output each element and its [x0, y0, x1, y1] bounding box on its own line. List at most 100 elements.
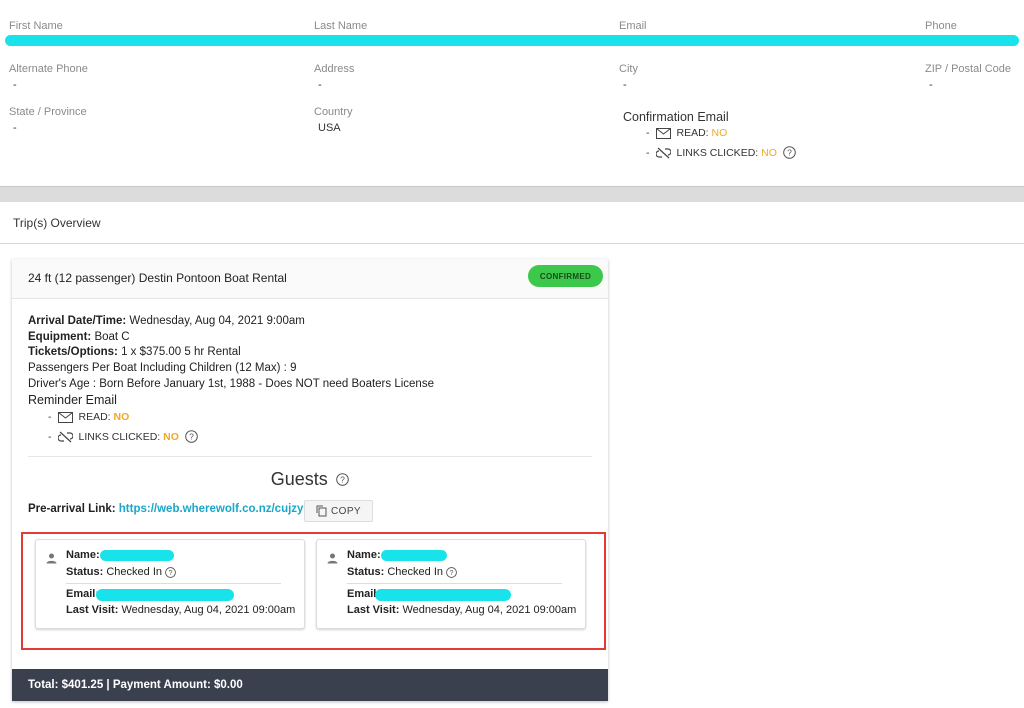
address-value: - — [318, 79, 322, 91]
guest-email-label: Email: — [66, 588, 100, 600]
svg-text:?: ? — [340, 474, 345, 484]
reminder-read-row: - READ: NO — [48, 411, 129, 423]
guest-name-label: Name: — [66, 549, 100, 561]
svg-text:?: ? — [189, 432, 194, 442]
guest-last-visit-value: Wednesday, Aug 04, 2021 09:00am — [402, 604, 577, 616]
trip-card: 24 ft (12 passenger) Destin Pontoon Boat… — [12, 259, 608, 701]
arrival-line: Arrival Date/Time: Wednesday, Aug 04, 20… — [28, 315, 305, 327]
arrival-label: Arrival Date/Time: — [28, 315, 127, 327]
help-circle-icon[interactable]: ? — [185, 430, 198, 443]
trips-overview-divider — [0, 243, 1024, 244]
trip-divider — [28, 456, 592, 457]
guest-last-visit-label: Last Visit: — [347, 604, 400, 616]
copy-label: COPY — [331, 505, 361, 517]
guest-status-line: Status: Checked In ? — [347, 566, 457, 578]
guest-name-line: Name: — [66, 549, 100, 561]
dash: - — [48, 411, 52, 423]
help-circle-icon[interactable]: ? — [783, 146, 796, 159]
guest-card-divider — [347, 583, 562, 584]
guest-email-line: Email: — [66, 588, 99, 600]
trip-card-header: 24 ft (12 passenger) Destin Pontoon Boat… — [12, 259, 608, 299]
arrival-value: Wednesday, Aug 04, 2021 9:00am — [129, 315, 305, 327]
confirmation-read-row: - READ: NO — [646, 127, 727, 139]
guest-card[interactable]: Name: Status: Checked In ? Email: Last V… — [35, 539, 305, 629]
redacted-guest-email — [375, 589, 511, 601]
confirmation-links-row: - LINKS CLICKED: NO ? — [646, 146, 796, 159]
redacted-guest-email — [96, 589, 234, 601]
person-icon — [46, 551, 57, 569]
zip-value: - — [929, 79, 933, 91]
country-value: USA — [318, 122, 341, 134]
guest-last-visit-value: Wednesday, Aug 04, 2021 09:00am — [121, 604, 296, 616]
link-off-icon — [655, 146, 671, 159]
person-icon — [327, 551, 338, 569]
tickets-value: 1 x $375.00 5 hr Rental — [121, 346, 241, 358]
link-off-icon — [57, 430, 73, 443]
read-value: NO — [113, 411, 130, 423]
guest-last-visit-label: Last Visit: — [66, 604, 119, 616]
guest-status-value: Checked In — [387, 566, 443, 578]
city-label: City — [619, 63, 638, 75]
zip-label: ZIP / Postal Code — [925, 63, 1012, 75]
guest-last-visit-line: Last Visit: Wednesday, Aug 04, 2021 09:0… — [66, 604, 295, 616]
redacted-contact-values — [5, 35, 1019, 46]
state-label: State / Province — [9, 106, 87, 118]
guest-status-value: Checked In — [106, 566, 162, 578]
copy-button[interactable]: COPY — [304, 500, 373, 522]
read-value: NO — [711, 127, 728, 139]
envelope-icon — [655, 127, 671, 139]
status-badge: CONFIRMED — [528, 265, 603, 287]
country-label: Country — [314, 106, 353, 118]
alternate-phone-label: Alternate Phone — [9, 63, 88, 75]
help-circle-icon[interactable]: ? — [165, 566, 176, 578]
guest-name-line: Name: — [347, 549, 381, 561]
alternate-phone-value: - — [13, 79, 17, 91]
address-label: Address — [314, 63, 355, 75]
redacted-guest-name — [381, 550, 447, 561]
confirmation-email-title: Confirmation Email — [623, 110, 729, 124]
guest-status-label: Status: — [66, 566, 104, 578]
links-clicked-label: LINKS CLICKED: — [78, 430, 161, 443]
svg-text:?: ? — [787, 148, 792, 158]
links-clicked-value: NO — [761, 146, 777, 159]
section-divider-band — [0, 187, 1024, 202]
guest-status-label: Status: — [347, 566, 385, 578]
drivers-age-line: Driver's Age : Born Before January 1st, … — [28, 378, 434, 390]
first-name-label: First Name — [9, 20, 63, 32]
reminder-links-row: - LINKS CLICKED: NO ? — [48, 430, 198, 443]
dash: - — [646, 127, 650, 139]
help-circle-icon[interactable]: ? — [446, 566, 457, 578]
guest-status-line: Status: Checked In ? — [66, 566, 176, 578]
phone-label: Phone — [925, 20, 957, 32]
guest-card[interactable]: Name: Status: Checked In ? Email: Last V… — [316, 539, 586, 629]
email-label: Email — [619, 20, 647, 32]
dash: - — [646, 146, 650, 159]
guest-card-divider — [66, 583, 281, 584]
read-label: READ: — [676, 127, 709, 139]
redacted-guest-name — [100, 550, 174, 561]
last-name-label: Last Name — [314, 20, 368, 32]
state-value: - — [13, 122, 17, 134]
guest-name-label: Name: — [347, 549, 381, 561]
reminder-email-title: Reminder Email — [28, 393, 117, 407]
guests-heading: Guests ? — [12, 469, 608, 490]
equipment-label: Equipment: — [28, 331, 92, 343]
read-label: READ: — [78, 411, 111, 423]
trips-overview-title: Trip(s) Overview — [13, 216, 101, 230]
copy-icon — [316, 505, 327, 517]
prearrival-label: Pre-arrival Link: — [28, 503, 116, 515]
links-clicked-label: LINKS CLICKED: — [676, 146, 759, 159]
svg-text:?: ? — [450, 568, 454, 577]
help-circle-icon[interactable]: ? — [332, 472, 350, 489]
city-value: - — [623, 79, 627, 91]
guests-title: Guests — [270, 469, 328, 489]
prearrival-link[interactable]: https://web.wherewolf.co.nz/cujzyu — [119, 503, 311, 515]
passengers-line: Passengers Per Boat Including Children (… — [28, 362, 297, 374]
tickets-line: Tickets/Options: 1 x $375.00 5 hr Rental — [28, 346, 241, 358]
equipment-value: Boat C — [94, 331, 130, 343]
guest-last-visit-line: Last Visit: Wednesday, Aug 04, 2021 09:0… — [347, 604, 576, 616]
equipment-line: Equipment: Boat C — [28, 331, 130, 343]
trip-title: 24 ft (12 passenger) Destin Pontoon Boat… — [28, 271, 287, 285]
dash: - — [48, 430, 52, 443]
prearrival-line: Pre-arrival Link: https://web.wherewolf.… — [28, 503, 310, 515]
